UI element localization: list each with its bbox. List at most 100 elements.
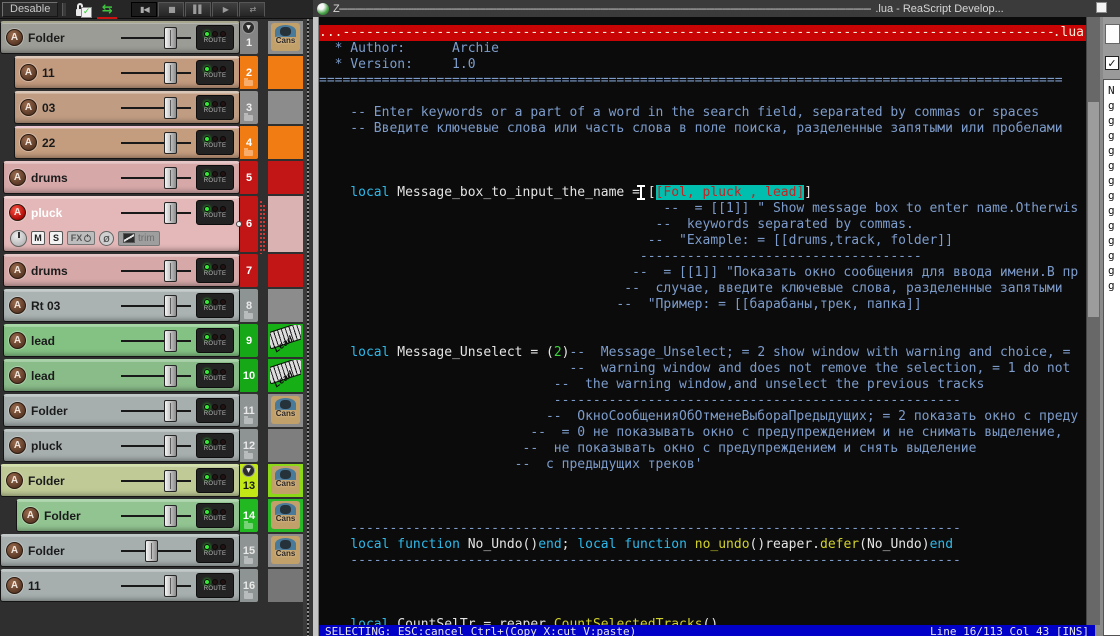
track-color-strip[interactable] — [268, 161, 303, 194]
track-panel[interactable]: A Folder ROUTE — [3, 394, 240, 427]
record-arm-button[interactable]: A — [9, 437, 26, 454]
window-button[interactable] — [1096, 2, 1107, 13]
volume-fader[interactable] — [121, 259, 191, 282]
volume-fader[interactable] — [121, 469, 191, 492]
record-arm-button[interactable]: A — [9, 204, 26, 221]
volume-fader[interactable] — [121, 96, 191, 119]
editor-scrollbar[interactable] — [1086, 17, 1100, 625]
ide-title-bar[interactable]: Z---------------------------------------… — [313, 0, 1120, 17]
side-list[interactable]: Nggggggggggggg — [1103, 79, 1120, 636]
track-color-strip[interactable]: Lead — [268, 324, 303, 357]
track-row[interactable]: A 11 ROUTE 16 — [0, 569, 303, 604]
track-number[interactable]: 13 ▼ — [240, 464, 258, 497]
track-row[interactable]: Alead ROUTE 10 Lead — [0, 359, 303, 394]
route-button[interactable]: ROUTE — [196, 165, 234, 190]
track-number[interactable]: 5 — [240, 161, 258, 194]
route-button[interactable]: ROUTE — [196, 25, 234, 50]
record-arm-button[interactable]: A — [6, 29, 23, 46]
route-button[interactable]: ROUTE — [196, 95, 234, 120]
route-button[interactable]: ROUTE — [196, 293, 234, 318]
track-row[interactable]: Apluck ROUTE M S FX ø trim 6 — [0, 196, 303, 255]
fader-thumb[interactable] — [163, 201, 177, 224]
track-row[interactable]: Adrums ROUTE 7 — [0, 254, 303, 289]
volume-fader[interactable] — [121, 131, 191, 154]
track-name[interactable]: Folder — [28, 474, 130, 488]
volume-fader[interactable] — [121, 329, 191, 352]
volume-fader[interactable] — [121, 364, 191, 387]
pan-knob[interactable] — [10, 229, 27, 247]
stop-button[interactable]: ■ — [158, 1, 185, 17]
solo-button[interactable]: S — [49, 231, 63, 245]
side-list-item[interactable]: g — [1108, 188, 1120, 203]
track-name[interactable]: drums — [31, 264, 130, 278]
route-button[interactable]: ROUTE — [196, 258, 234, 283]
track-name[interactable]: 11 — [42, 66, 130, 80]
track-panel[interactable]: A 03 ROUTE — [14, 91, 240, 124]
track-number[interactable]: 1 ▼ — [240, 21, 258, 54]
track-row[interactable]: A 22 ROUTE 4 — [0, 126, 303, 161]
track-color-strip[interactable]: Cans — [268, 534, 303, 567]
track-number[interactable]: 7 — [240, 254, 258, 287]
track-panel[interactable]: A Rt 03 ROUTE — [3, 289, 240, 322]
side-list-item[interactable]: g — [1108, 233, 1120, 248]
track-name[interactable]: Folder — [28, 544, 130, 558]
track-row[interactable]: A Folder ROUTE 13 ▼ Cans — [0, 464, 303, 499]
track-color-strip[interactable] — [268, 56, 303, 89]
lock-button[interactable]: ✓ — [70, 1, 93, 18]
route-button[interactable]: ROUTE — [196, 398, 234, 423]
track-panel[interactable]: Alead ROUTE — [3, 359, 240, 392]
side-list-item[interactable]: g — [1108, 263, 1120, 278]
track-panel[interactable]: Adrums ROUTE — [3, 161, 240, 194]
side-list-item[interactable]: g — [1108, 158, 1120, 173]
phase-button[interactable]: ø — [99, 230, 114, 246]
play-button[interactable]: ▶ — [212, 1, 239, 17]
track-color-strip[interactable]: Lead — [268, 359, 303, 392]
track-color-strip[interactable] — [268, 569, 303, 602]
side-list-item[interactable]: N — [1108, 83, 1120, 98]
track-color-strip[interactable]: Cans — [268, 21, 303, 54]
track-row[interactable]: A 11 ROUTE 2 — [0, 56, 303, 91]
track-name[interactable]: Folder — [44, 509, 130, 523]
track-row[interactable]: Apluck ROUTE 12 — [0, 429, 303, 464]
track-name[interactable]: 11 — [28, 579, 130, 593]
track-row[interactable]: A Rt 03 ROUTE 8 — [0, 289, 303, 324]
go-to-start-button[interactable]: ▮◀ — [131, 1, 158, 17]
side-list-item[interactable]: g — [1108, 113, 1120, 128]
volume-fader[interactable] — [121, 166, 191, 189]
fader-thumb[interactable] — [163, 61, 177, 84]
track-number[interactable]: 8 — [240, 289, 258, 322]
fx-button[interactable]: FX — [67, 231, 95, 245]
track-name[interactable]: Rt 03 — [31, 299, 130, 313]
route-button[interactable]: ROUTE — [196, 573, 234, 598]
record-arm-button[interactable]: A — [22, 507, 39, 524]
fader-thumb[interactable] — [163, 26, 177, 49]
track-color-strip[interactable] — [268, 91, 303, 124]
track-name[interactable]: lead — [31, 334, 130, 348]
side-list-item[interactable]: g — [1108, 128, 1120, 143]
track-color-strip[interactable] — [268, 196, 303, 252]
track-panel[interactable]: A Folder ROUTE — [0, 21, 240, 54]
record-arm-button[interactable]: A — [9, 297, 26, 314]
record-arm-button[interactable]: A — [9, 169, 26, 186]
fader-thumb[interactable] — [163, 469, 177, 492]
track-row[interactable]: A Folder ROUTE 15 Cans — [0, 534, 303, 569]
track-row[interactable]: A Folder ROUTE 14 Cans — [0, 499, 303, 534]
track-panel[interactable]: A Folder ROUTE — [16, 499, 240, 532]
fader-thumb[interactable] — [163, 329, 177, 352]
side-input-box[interactable] — [1105, 24, 1120, 44]
loop-button[interactable]: ⇄ — [239, 1, 266, 17]
code-editor[interactable]: ...-------------------------------------… — [319, 17, 1086, 625]
side-list-item[interactable]: g — [1108, 98, 1120, 113]
fader-thumb[interactable] — [163, 131, 177, 154]
volume-fader[interactable] — [121, 504, 191, 527]
volume-fader[interactable] — [121, 201, 191, 224]
track-name[interactable]: 22 — [42, 136, 130, 150]
volume-fader[interactable] — [121, 399, 191, 422]
fader-thumb[interactable] — [144, 539, 158, 562]
record-arm-button[interactable]: A — [6, 577, 23, 594]
route-button[interactable]: ROUTE — [196, 130, 234, 155]
track-panel[interactable]: Apluck ROUTE — [3, 429, 240, 462]
track-panel[interactable]: Apluck ROUTE M S FX ø trim — [3, 196, 240, 252]
track-name[interactable]: lead — [31, 369, 130, 383]
track-row[interactable]: A Folder ROUTE 1 ▼ Cans — [0, 21, 303, 56]
